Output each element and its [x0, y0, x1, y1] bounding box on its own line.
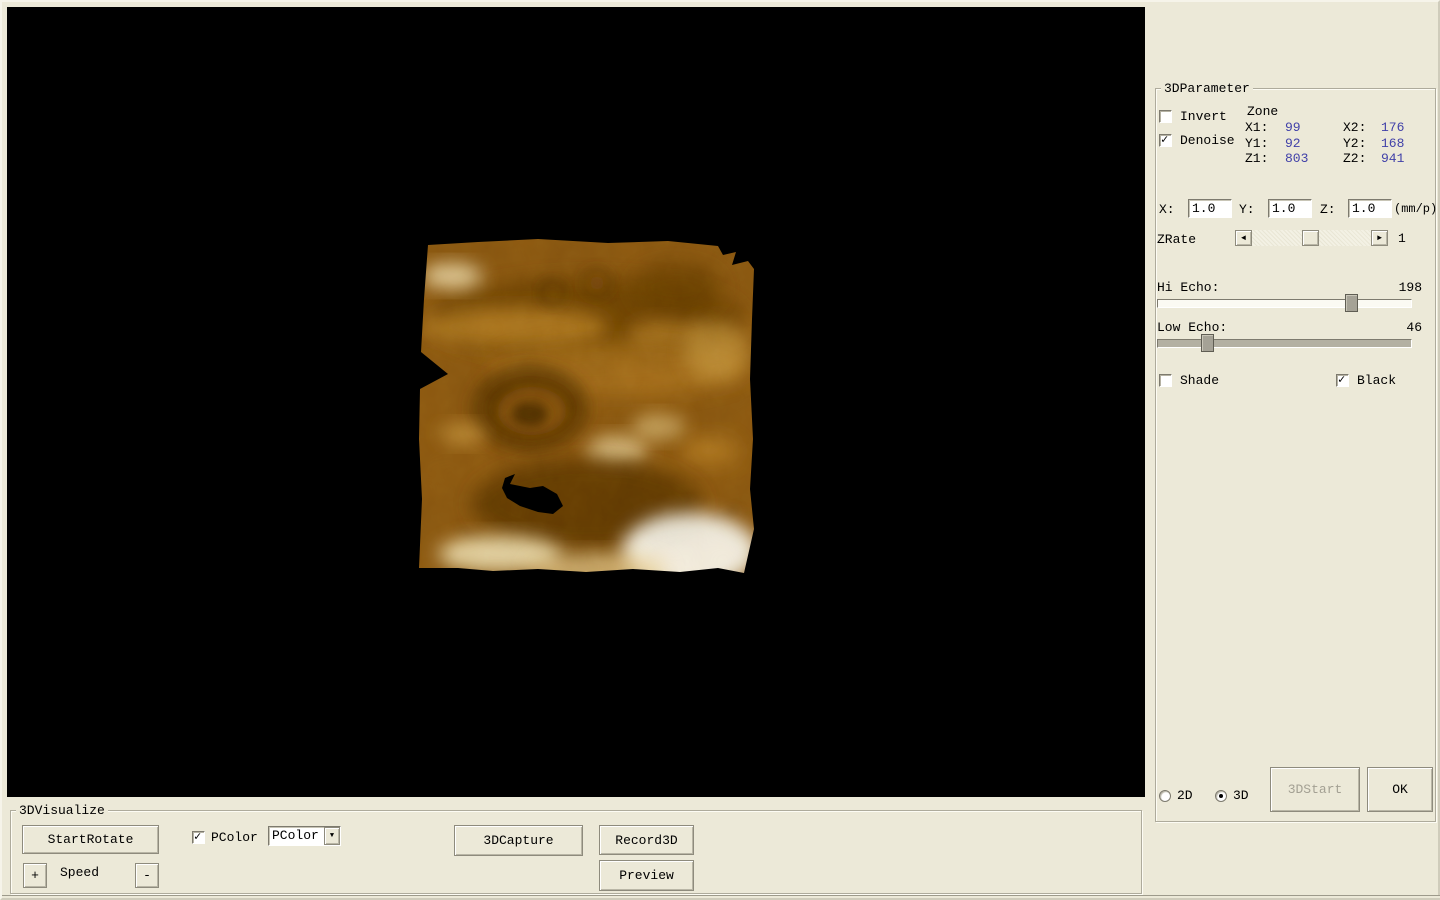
ok-button[interactable]: OK	[1367, 767, 1433, 812]
hi-echo-value: 198	[1382, 280, 1422, 295]
denoise-label: Denoise	[1180, 133, 1235, 148]
scale-unit-label: (mm/p)	[1394, 202, 1437, 217]
zone-y1-value: 92	[1285, 136, 1343, 152]
x-scale-label: X:	[1159, 202, 1175, 217]
low-echo-value: 46	[1382, 320, 1422, 335]
y-scale-input[interactable]: 1.0	[1268, 199, 1312, 218]
mode-2d-radio[interactable]	[1159, 790, 1171, 802]
visualize-groupbox-title: 3DVisualize	[16, 803, 108, 818]
capture3d-button[interactable]: 3DCapture	[454, 825, 583, 856]
shade-checkbox[interactable]: ✓	[1159, 374, 1172, 387]
zrate-thumb[interactable]	[1302, 230, 1319, 246]
zone-x1-label: X1:	[1245, 120, 1285, 136]
low-echo-slider[interactable]	[1157, 334, 1412, 352]
denoise-checkbox[interactable]: ✓	[1159, 134, 1172, 147]
hi-echo-thumb[interactable]	[1345, 294, 1358, 312]
zone-values: X1: 99 X2: 176 Y1: 92 Y2: 168 Z1: 803 Z2…	[1245, 120, 1433, 167]
pcolor-select[interactable]: PColor ▼	[268, 826, 341, 846]
pcolor-label: PColor	[211, 830, 258, 845]
scroll-right-icon[interactable]: ►	[1371, 230, 1388, 246]
speed-label: Speed	[60, 865, 99, 880]
pcolor-checkbox[interactable]: ✓	[192, 831, 205, 844]
param-groupbox-title: 3DParameter	[1161, 81, 1253, 96]
zrate-value: 1	[1398, 231, 1406, 246]
low-echo-track[interactable]	[1157, 339, 1412, 348]
black-checkbox[interactable]: ✓	[1336, 374, 1349, 387]
zrate-scrollbar[interactable]: ◄ ►	[1235, 230, 1388, 246]
invert-label: Invert	[1180, 109, 1227, 124]
pcolor-select-value: PColor	[269, 827, 324, 845]
zone-y2-label: Y2:	[1343, 136, 1381, 152]
black-label: Black	[1357, 373, 1396, 388]
zrate-label: ZRate	[1157, 232, 1196, 247]
zrate-track[interactable]	[1252, 230, 1371, 246]
app-window: 3DParameter ✓ Invert ✓ Denoise Zone X1: …	[0, 0, 1440, 900]
zone-x2-label: X2:	[1343, 120, 1381, 136]
hi-echo-slider[interactable]	[1157, 294, 1412, 312]
mode-3d-radio[interactable]	[1215, 790, 1227, 802]
zone-y2-value: 168	[1381, 136, 1433, 152]
viewport-3d[interactable]	[7, 7, 1145, 797]
y-scale-label: Y:	[1239, 202, 1255, 217]
preview-button[interactable]: Preview	[599, 860, 694, 891]
scroll-left-icon[interactable]: ◄	[1235, 230, 1252, 246]
zone-x2-value: 176	[1381, 120, 1433, 136]
low-echo-label: Low Echo:	[1157, 320, 1227, 335]
check-icon: ✓	[1161, 133, 1168, 147]
zone-label: Zone	[1247, 104, 1278, 119]
zone-z2-value: 941	[1381, 151, 1433, 167]
volume-render	[418, 239, 756, 580]
mode-2d-label: 2D	[1177, 788, 1193, 803]
check-icon: ✓	[194, 830, 201, 844]
z-scale-input[interactable]: 1.0	[1348, 199, 1392, 218]
zone-y1-label: Y1:	[1245, 136, 1285, 152]
zone-z1-value: 803	[1285, 151, 1343, 167]
zone-z2-label: Z2:	[1343, 151, 1381, 167]
start-rotate-button[interactable]: StartRotate	[22, 825, 159, 854]
record3d-button[interactable]: Record3D	[599, 825, 694, 855]
x-scale-input[interactable]: 1.0	[1188, 199, 1232, 218]
check-icon: ✓	[1338, 373, 1345, 387]
start3d-button[interactable]: 3DStart	[1270, 767, 1360, 812]
low-echo-thumb[interactable]	[1201, 334, 1214, 352]
z-scale-label: Z:	[1320, 202, 1336, 217]
zone-z1-label: Z1:	[1245, 151, 1285, 167]
chevron-down-icon[interactable]: ▼	[324, 827, 340, 845]
invert-checkbox[interactable]: ✓	[1159, 110, 1172, 123]
speed-minus-button[interactable]: -	[135, 863, 159, 888]
window-bottom-border	[2, 895, 1440, 898]
hi-echo-track[interactable]	[1157, 299, 1412, 308]
mode-3d-label: 3D	[1233, 788, 1249, 803]
zone-x1-value: 99	[1285, 120, 1343, 136]
hi-echo-label: Hi Echo:	[1157, 280, 1219, 295]
shade-label: Shade	[1180, 373, 1219, 388]
speed-plus-button[interactable]: +	[23, 863, 47, 888]
